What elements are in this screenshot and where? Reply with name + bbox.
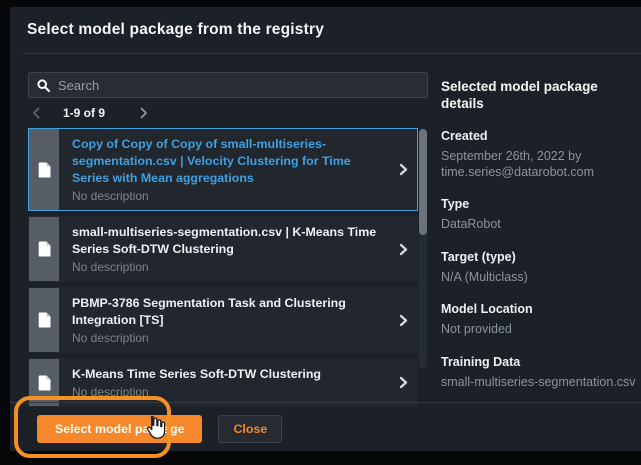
field-value: small-multiseries-segmentation.csv [441, 375, 641, 391]
pagination-range-label: 1-9 of 9 [63, 106, 105, 120]
field-value: Not provided [441, 322, 641, 338]
file-icon [38, 241, 51, 257]
pagination-next-button[interactable] [135, 105, 152, 121]
list-item[interactable]: Copy of Copy of Copy of small-multiserie… [28, 128, 418, 211]
detail-field-target-type: Target (type) N/A (Multiclass) [441, 250, 641, 286]
package-list-panel: 1-9 of 9 Copy of Copy [28, 72, 428, 412]
chevron-right-icon [139, 107, 148, 119]
chevron-right-icon [389, 217, 417, 281]
field-label: Model Location [441, 302, 641, 317]
chevron-left-icon [32, 107, 41, 119]
detail-field-training-data: Training Data small-multiseries-segmenta… [441, 355, 641, 391]
field-label: Training Data [441, 355, 641, 370]
title-divider [23, 53, 641, 54]
item-title: K-Means Time Series Soft-DTW Clustering [72, 366, 387, 383]
item-description: No description [72, 189, 387, 204]
item-title: PBMP-3786 Segmentation Task and Clusteri… [72, 295, 387, 329]
field-value: DataRobot [441, 217, 641, 233]
selected-package-details-panel: Selected model package details Created S… [441, 72, 641, 390]
field-value: N/A (Multiclass) [441, 270, 641, 286]
item-title: Copy of Copy of Copy of small-multiserie… [72, 136, 387, 187]
details-heading: Selected model package details [441, 78, 641, 112]
field-label: Target (type) [441, 250, 641, 265]
file-icon [38, 312, 51, 328]
field-value: September 26th, 2022 by time.series@data… [441, 149, 641, 180]
item-icon-strip [29, 359, 59, 406]
item-body: small-multiseries-segmentation.csv | K-M… [59, 217, 389, 281]
screen: Select model package from the registry 1… [0, 0, 641, 465]
list-item[interactable]: K-Means Time Series Soft-DTW Clustering … [28, 358, 418, 407]
detail-field-created: Created September 26th, 2022 by time.ser… [441, 129, 641, 180]
chevron-right-icon [389, 359, 417, 406]
close-button[interactable]: Close [218, 415, 282, 443]
footer-divider [10, 402, 641, 403]
field-label: Type [441, 197, 641, 212]
list-scrollbar-track[interactable] [419, 129, 427, 368]
field-label: Created [441, 129, 641, 144]
item-description: No description [72, 385, 387, 400]
pagination-prev-button[interactable] [28, 105, 45, 121]
search-icon [37, 79, 50, 92]
pagination: 1-9 of 9 [28, 100, 428, 126]
search-box [28, 72, 428, 98]
item-body: K-Means Time Series Soft-DTW Clustering … [59, 359, 389, 406]
chevron-right-icon [389, 129, 417, 210]
list-item[interactable]: small-multiseries-segmentation.csv | K-M… [28, 216, 418, 282]
dialog-title: Select model package from the registry [27, 21, 324, 39]
file-icon [38, 162, 51, 178]
item-description: No description [72, 260, 387, 275]
detail-field-model-location: Model Location Not provided [441, 302, 641, 338]
item-icon-strip [29, 217, 59, 281]
select-model-package-dialog: Select model package from the registry 1… [10, 7, 641, 451]
chevron-right-icon [389, 288, 417, 352]
search-input[interactable] [58, 78, 419, 93]
detail-field-type: Type DataRobot [441, 197, 641, 233]
item-title: small-multiseries-segmentation.csv | K-M… [72, 224, 387, 258]
item-icon-strip [29, 288, 59, 352]
list-item[interactable]: PBMP-3786 Segmentation Task and Clusteri… [28, 287, 418, 353]
item-description: No description [72, 331, 387, 346]
item-body: Copy of Copy of Copy of small-multiserie… [59, 129, 389, 210]
list-scrollbar-thumb[interactable] [419, 129, 427, 235]
model-package-list: Copy of Copy of Copy of small-multiserie… [28, 128, 428, 407]
select-model-package-button[interactable]: Select model package [37, 415, 202, 443]
item-body: PBMP-3786 Segmentation Task and Clusteri… [59, 288, 389, 352]
dialog-footer: Select model package Close [37, 415, 282, 443]
file-icon [38, 375, 51, 391]
item-icon-strip [29, 129, 59, 210]
